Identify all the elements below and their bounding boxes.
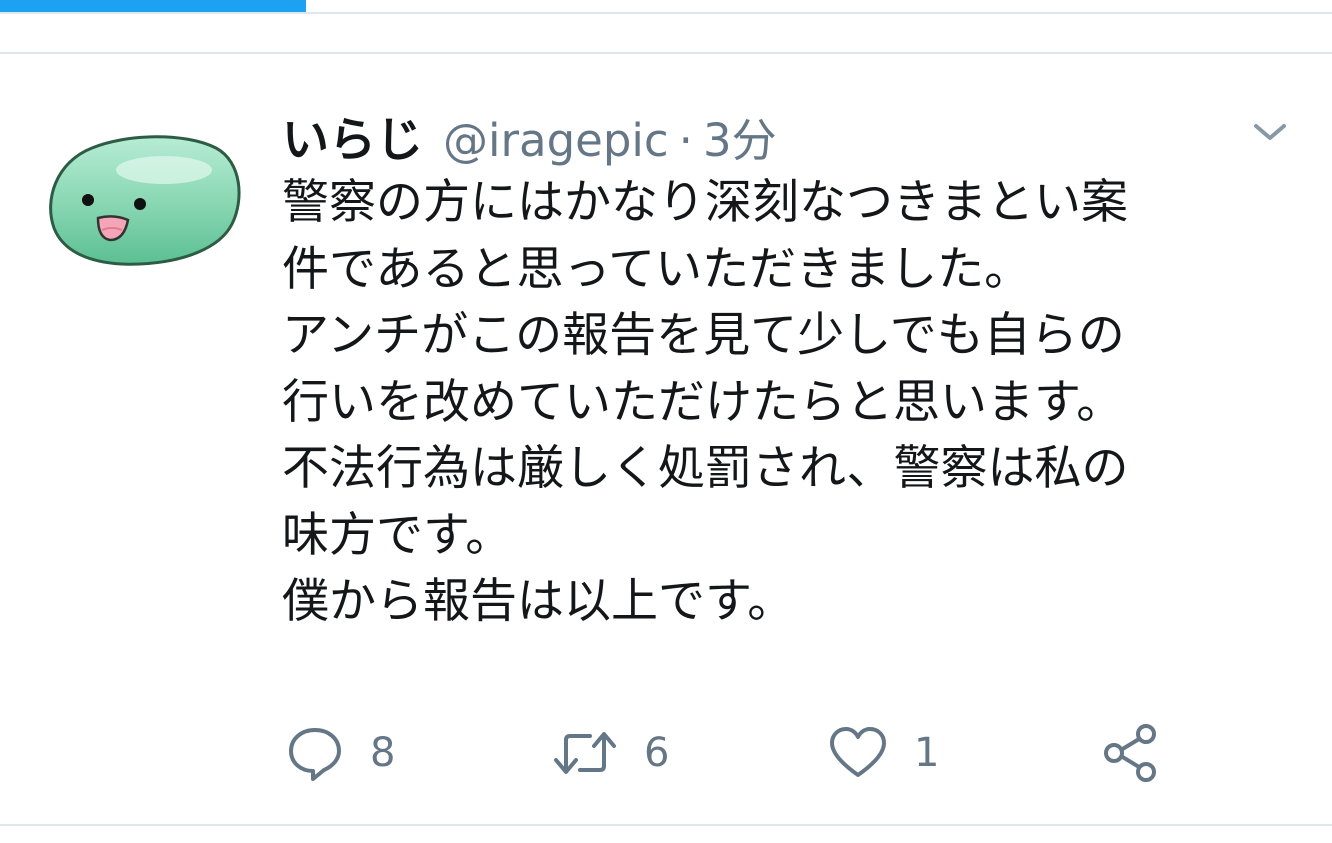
tweet-time[interactable]: 3分 (703, 104, 777, 169)
author-name[interactable]: いらじ (282, 101, 423, 170)
author-handle[interactable]: @iragepic (443, 114, 669, 167)
reply-count: 8 (370, 730, 396, 776)
retweet-count: 6 (644, 730, 670, 776)
top-divider (0, 12, 1332, 14)
reply-button[interactable]: 8 (286, 718, 395, 788)
retweet-icon (554, 732, 616, 774)
like-count: 1 (914, 730, 940, 776)
reply-icon (289, 728, 341, 781)
like-icon (830, 727, 886, 777)
tweet-text-line: 行いを改めていただけたらと思います。 (282, 374, 1124, 430)
tweet-menu-button[interactable] (1250, 120, 1290, 144)
avatar-slime (49, 135, 241, 266)
tweet-text-line: 警察の方にはかなり深刻なつきまとい案 (282, 175, 1128, 230)
tweet-text-line: 件であると思っていただきました。 (282, 241, 1032, 297)
chevron-down-icon (1254, 124, 1286, 140)
tweet-text-line: 味方です。 (282, 507, 513, 563)
tweet-text-line: 不法行為は厳しく処罰され、警察は私の (282, 441, 1129, 496)
tweet-text: 警察の方にはかなり深刻なつきまとい案 件であると思っていただきました。 アンチが… (282, 170, 1312, 636)
tweet-header: いらじ @iragepic · 3分 (282, 101, 777, 168)
tweet-bottom-divider (0, 824, 1332, 826)
like-button[interactable]: 1 (828, 718, 939, 788)
avatar[interactable] (44, 130, 244, 270)
header-separator: · (678, 114, 693, 167)
retweet-button[interactable]: 6 (552, 718, 669, 788)
share-button[interactable] (1100, 718, 1162, 788)
tweet-text-line: 僕から報告は以上です。 (282, 574, 795, 629)
share-icon (1104, 724, 1156, 782)
tweet-text-line: アンチがこの報告を見て少しでも自らの (282, 308, 1125, 363)
tweet-actions: 8 6 1 (282, 718, 1182, 788)
tweet-top-divider (0, 52, 1332, 54)
